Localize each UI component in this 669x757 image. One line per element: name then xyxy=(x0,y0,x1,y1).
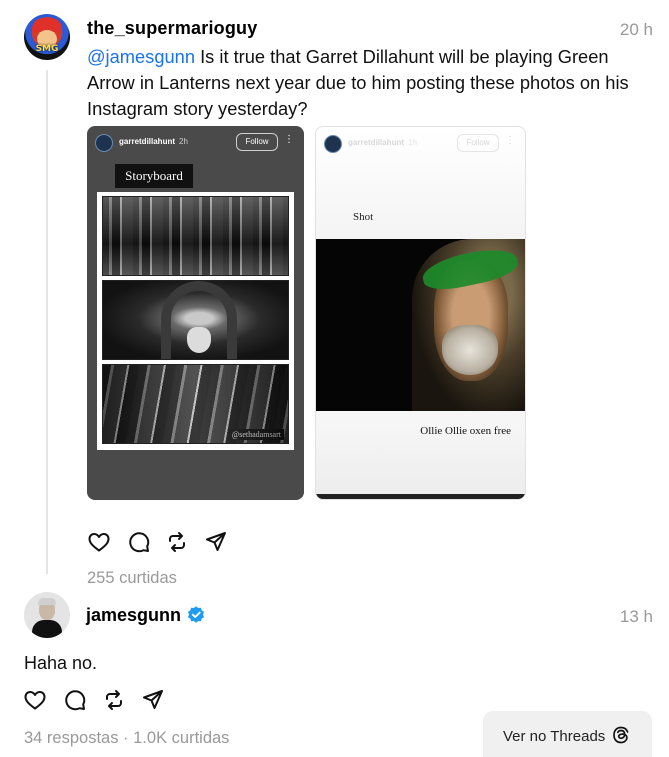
storyboard-label: Storyboard xyxy=(115,164,193,188)
story-avatar xyxy=(324,135,342,153)
shot-caption: Ollie Ollie oxen free xyxy=(420,425,511,437)
avatar-hair xyxy=(38,598,56,605)
verified-badge-icon xyxy=(188,606,204,623)
heart-icon[interactable] xyxy=(23,688,47,712)
post-likes[interactable]: 255 curtidas xyxy=(87,569,177,588)
avatar[interactable] xyxy=(24,592,70,638)
more-icon: ⋮ xyxy=(284,134,294,145)
comment-icon[interactable] xyxy=(63,688,87,712)
artist-credit: @sethadamsart xyxy=(228,429,284,440)
storyboard-panel: @sethadamsart xyxy=(102,364,289,444)
reply-time[interactable]: 13 h xyxy=(620,607,653,627)
view-on-threads-button[interactable]: Ver no Threads xyxy=(483,711,652,757)
heart-icon[interactable] xyxy=(87,530,111,554)
story-follow-button: Follow xyxy=(457,134,499,152)
mention-link[interactable]: @jamesgunn xyxy=(87,46,195,67)
story-avatar xyxy=(95,134,113,152)
story-account: garretdillahunt 1h xyxy=(348,138,417,147)
story-header: garretdillahunt 2h Follow ⋮ xyxy=(93,132,298,156)
post-time[interactable]: 20 h xyxy=(620,20,653,40)
share-icon[interactable] xyxy=(141,688,165,712)
thread-line xyxy=(46,70,48,574)
beard-shape xyxy=(442,325,498,375)
story-bottom-bar xyxy=(316,494,525,499)
beard-sketch xyxy=(187,327,211,353)
avatar-shirt xyxy=(32,620,62,638)
story-header: garretdillahunt 1h Follow ⋮ xyxy=(322,133,519,157)
original-post: SMG the_supermarioguy 20 h @jamesgunn Is… xyxy=(0,0,669,590)
story-follow-button: Follow xyxy=(236,133,278,151)
more-icon: ⋮ xyxy=(505,135,515,146)
storyboard-panel xyxy=(102,280,289,360)
green-arrow-photo xyxy=(316,239,525,411)
story-image-storyboard[interactable]: garretdillahunt 2h Follow ⋮ Storyboard @s… xyxy=(87,126,304,500)
storyboard-panel xyxy=(102,196,289,276)
reply-text: Haha no. xyxy=(24,653,98,673)
share-icon[interactable] xyxy=(204,530,228,554)
storyboard-frame: @sethadamsart xyxy=(97,192,294,450)
threads-logo-icon xyxy=(613,726,629,744)
avatar[interactable]: SMG xyxy=(24,14,70,60)
repost-icon[interactable] xyxy=(102,688,126,712)
shot-label: Shot xyxy=(353,211,374,223)
reply-username[interactable]: jamesgunn xyxy=(86,605,181,626)
story-account: garretdillahunt 2h xyxy=(119,137,188,146)
repost-icon[interactable] xyxy=(165,530,189,554)
post-username[interactable]: the_supermarioguy xyxy=(87,18,257,39)
reply-stats[interactable]: 34 respostas · 1.0K curtidas xyxy=(24,729,229,748)
post-text: @jamesgunn Is it true that Garret Dillah… xyxy=(87,44,657,122)
view-on-threads-label: Ver no Threads xyxy=(503,728,606,745)
avatar-text: SMG xyxy=(35,44,59,54)
story-image-shot[interactable]: garretdillahunt 1h Follow ⋮ Shot Ollie Ol… xyxy=(315,126,526,500)
comment-icon[interactable] xyxy=(127,530,151,554)
